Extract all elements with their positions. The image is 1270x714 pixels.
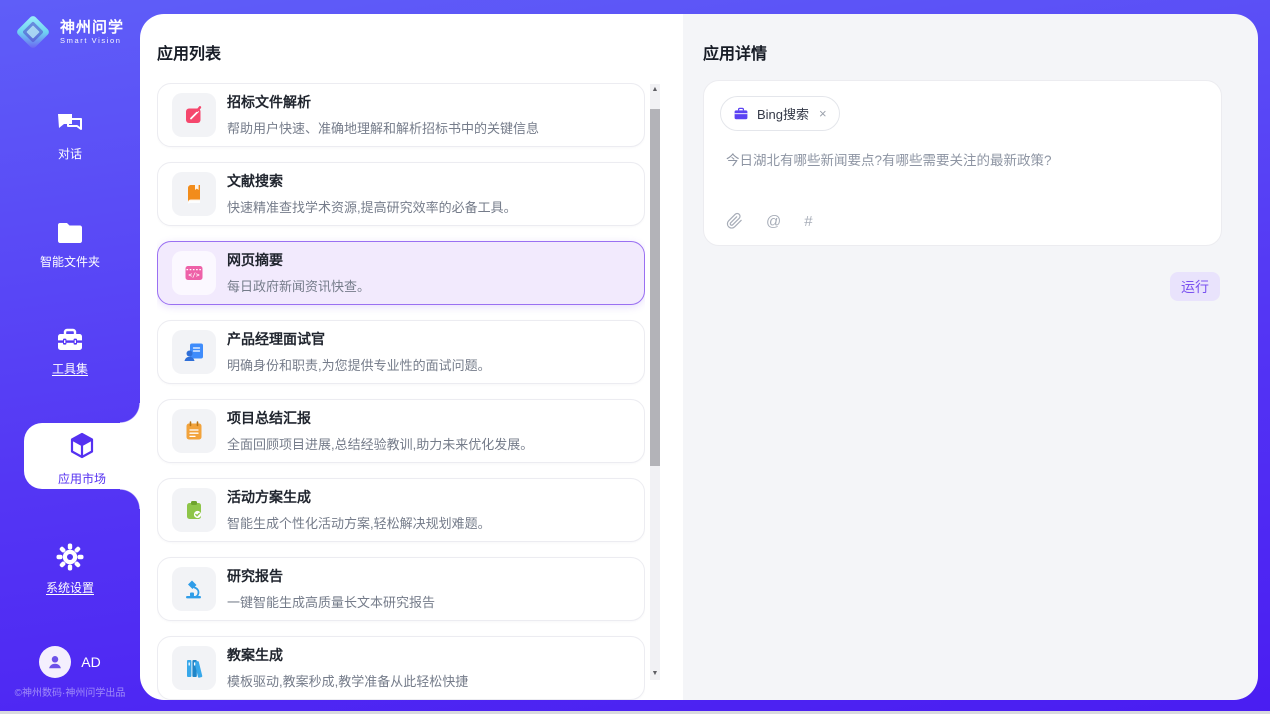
app-detail-panel: 应用详情 Bing搜索 × 今日湖北有哪些新闻要点?有哪些需要关注的最新政策? … bbox=[683, 14, 1258, 700]
icon-box bbox=[172, 488, 216, 532]
app-desc: 模板驱动,教案秒成,教学准备从此轻松快捷 bbox=[227, 671, 468, 690]
sidebar-item-label: 应用市场 bbox=[24, 470, 140, 487]
app-name: 教案生成 bbox=[227, 647, 283, 663]
icon-box bbox=[172, 409, 216, 453]
mention-icon[interactable]: @ bbox=[766, 213, 781, 230]
bubble-top-curve bbox=[120, 403, 140, 423]
app-detail-title: 应用详情 bbox=[703, 40, 767, 64]
app-desc: 快速精准查找学术资源,提高研究效率的必备工具。 bbox=[227, 197, 517, 216]
app-card-pm-interviewer[interactable]: 产品经理面试官 明确身份和职责,为您提供专业性的面试问题。 bbox=[157, 320, 645, 384]
app-list: 招标文件解析 帮助用户快速、准确地理解和解析招标书中的关键信息 文献搜索 快速精… bbox=[157, 83, 645, 700]
cube-icon bbox=[67, 431, 97, 461]
sidebar-item-settings[interactable]: 系统设置 bbox=[0, 542, 140, 596]
app-card-project-summary[interactable]: 项目总结汇报 全面回顾项目进展,总结经验教训,助力未来优化发展。 bbox=[157, 399, 645, 463]
icon-box bbox=[172, 330, 216, 374]
books-icon bbox=[182, 656, 206, 680]
app-list-title: 应用列表 bbox=[157, 40, 221, 64]
app-card-web-summary[interactable]: </> 网页摘要 每日政府新闻资讯快查。 bbox=[157, 241, 645, 305]
icon-box bbox=[172, 567, 216, 611]
book-icon bbox=[182, 182, 206, 206]
chip-close-icon[interactable]: × bbox=[819, 106, 827, 121]
avatar bbox=[39, 646, 71, 678]
svg-text:</>: </> bbox=[188, 272, 199, 279]
person-document-icon bbox=[182, 340, 206, 364]
briefcase-icon bbox=[733, 106, 749, 122]
icon-box bbox=[172, 93, 216, 137]
microscope-icon bbox=[182, 577, 206, 601]
chat-icon bbox=[55, 110, 85, 138]
user-initials: AD bbox=[81, 654, 100, 670]
app-card-lesson-plan[interactable]: 教案生成 模板驱动,教案秒成,教学准备从此轻松快捷 bbox=[157, 636, 645, 700]
input-toolbar: @ # bbox=[726, 212, 813, 230]
app-name: 文献搜索 bbox=[227, 173, 283, 189]
user-icon bbox=[46, 653, 64, 671]
sidebar-item-label: 系统设置 bbox=[0, 579, 140, 596]
user-account[interactable]: AD bbox=[0, 646, 140, 678]
sidebar-item-label: 工具集 bbox=[0, 360, 140, 377]
logo-subtitle: Smart Vision bbox=[60, 36, 124, 45]
logo-diamond-icon bbox=[14, 13, 52, 51]
app-desc: 一键智能生成高质量长文本研究报告 bbox=[227, 592, 435, 611]
scrollbar-down-arrow[interactable]: ▼ bbox=[650, 668, 660, 680]
paperclip-icon[interactable] bbox=[726, 212, 743, 230]
clipboard-check-icon bbox=[182, 498, 206, 522]
app-name: 研究报告 bbox=[227, 568, 283, 584]
scrollbar[interactable]: ▲ ▼ bbox=[650, 84, 660, 680]
app-logo: 神州问学 Smart Vision bbox=[14, 13, 124, 51]
app-card-bid-analysis[interactable]: 招标文件解析 帮助用户快速、准确地理解和解析招标书中的关键信息 bbox=[157, 83, 645, 147]
sidebar-item-smart-folder[interactable]: 智能文件夹 bbox=[0, 220, 140, 270]
folder-icon bbox=[55, 220, 85, 246]
app-card-research-report[interactable]: 研究报告 一键智能生成高质量长文本研究报告 bbox=[157, 557, 645, 621]
app-name: 项目总结汇报 bbox=[227, 410, 311, 426]
app-desc: 全面回顾项目进展,总结经验教训,助力未来优化发展。 bbox=[227, 434, 533, 453]
app-desc: 智能生成个性化活动方案,轻松解决规划难题。 bbox=[227, 513, 491, 532]
app-desc: 帮助用户快速、准确地理解和解析招标书中的关键信息 bbox=[227, 118, 539, 137]
scrollbar-thumb[interactable] bbox=[650, 109, 660, 466]
app-card-event-plan[interactable]: 活动方案生成 智能生成个性化活动方案,轻松解决规划难题。 bbox=[157, 478, 645, 542]
app-card-literature-search[interactable]: 文献搜索 快速精准查找学术资源,提高研究效率的必备工具。 bbox=[157, 162, 645, 226]
edit-document-icon bbox=[182, 103, 206, 127]
bubble-bottom-curve bbox=[120, 489, 140, 509]
notepad-icon bbox=[182, 419, 206, 443]
sidebar-item-label: 对话 bbox=[0, 145, 140, 162]
tool-chip-bing-search[interactable]: Bing搜索 × bbox=[720, 96, 840, 131]
app-desc: 每日政府新闻资讯快查。 bbox=[227, 276, 370, 295]
query-text[interactable]: 今日湖北有哪些新闻要点?有哪些需要关注的最新政策? bbox=[726, 151, 1199, 171]
sidebar-item-app-market[interactable]: 应用市场 bbox=[24, 423, 140, 489]
hashtag-icon[interactable]: # bbox=[804, 213, 812, 230]
icon-box: </> bbox=[172, 251, 216, 295]
sidebar-item-chat[interactable]: 对话 bbox=[0, 110, 140, 162]
app-name: 招标文件解析 bbox=[227, 94, 311, 110]
app-name: 产品经理面试官 bbox=[227, 331, 325, 347]
run-button[interactable]: 运行 bbox=[1170, 272, 1220, 301]
app-name: 网页摘要 bbox=[227, 252, 283, 268]
toolbox-icon bbox=[55, 327, 85, 353]
icon-box bbox=[172, 172, 216, 216]
app-desc: 明确身份和职责,为您提供专业性的面试问题。 bbox=[227, 355, 491, 374]
logo-title: 神州问学 bbox=[60, 19, 124, 36]
scrollbar-up-arrow[interactable]: ▲ bbox=[650, 84, 660, 96]
query-card: Bing搜索 × 今日湖北有哪些新闻要点?有哪些需要关注的最新政策? @ # bbox=[703, 80, 1222, 246]
sidebar: 神州问学 Smart Vision 对话 智能文件夹 工具集 bbox=[0, 0, 140, 711]
browser-code-icon: </> bbox=[182, 261, 206, 285]
tool-chip-label: Bing搜索 bbox=[757, 104, 809, 123]
icon-box bbox=[172, 646, 216, 690]
sidebar-item-toolset[interactable]: 工具集 bbox=[0, 327, 140, 377]
app-list-panel: 应用列表 招标文件解析 帮助用户快速、准确地理解和解析招标书中的关键信息 bbox=[140, 14, 683, 700]
sidebar-item-label: 智能文件夹 bbox=[0, 253, 140, 270]
copyright-text: ©神州数码·神州问学出品 bbox=[0, 684, 140, 699]
main-content: 应用列表 招标文件解析 帮助用户快速、准确地理解和解析招标书中的关键信息 bbox=[140, 14, 1258, 700]
app-name: 活动方案生成 bbox=[227, 489, 311, 505]
gear-icon bbox=[55, 542, 85, 572]
